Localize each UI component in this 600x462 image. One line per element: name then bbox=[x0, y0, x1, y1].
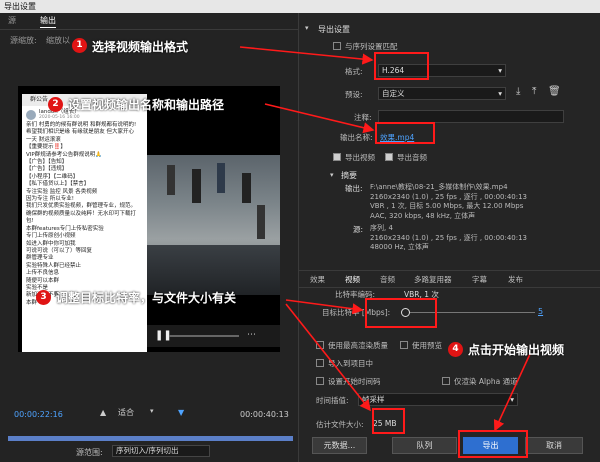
arrow-3b bbox=[285, 303, 371, 412]
callout-2-number: 2 bbox=[48, 97, 63, 112]
arrow-2 bbox=[264, 103, 375, 134]
callout-4-number: 4 bbox=[448, 342, 463, 357]
callout-4-text: 点击开始输出视频 bbox=[468, 343, 565, 357]
annotation-arrows bbox=[239, 46, 531, 432]
callout-3-text: 调整目标比特率，与文件大小有关 bbox=[56, 291, 237, 305]
callout-2-text: 设置视频输出名称和输出路径 bbox=[68, 98, 225, 112]
arrow-1 bbox=[239, 46, 374, 65]
callout-1-text: 选择视频输出格式 bbox=[92, 40, 189, 54]
arrow-4 bbox=[493, 353, 531, 432]
callout-3-number: 3 bbox=[36, 290, 51, 305]
arrow-3a bbox=[285, 299, 364, 315]
callout-1-number: 1 bbox=[72, 38, 87, 53]
